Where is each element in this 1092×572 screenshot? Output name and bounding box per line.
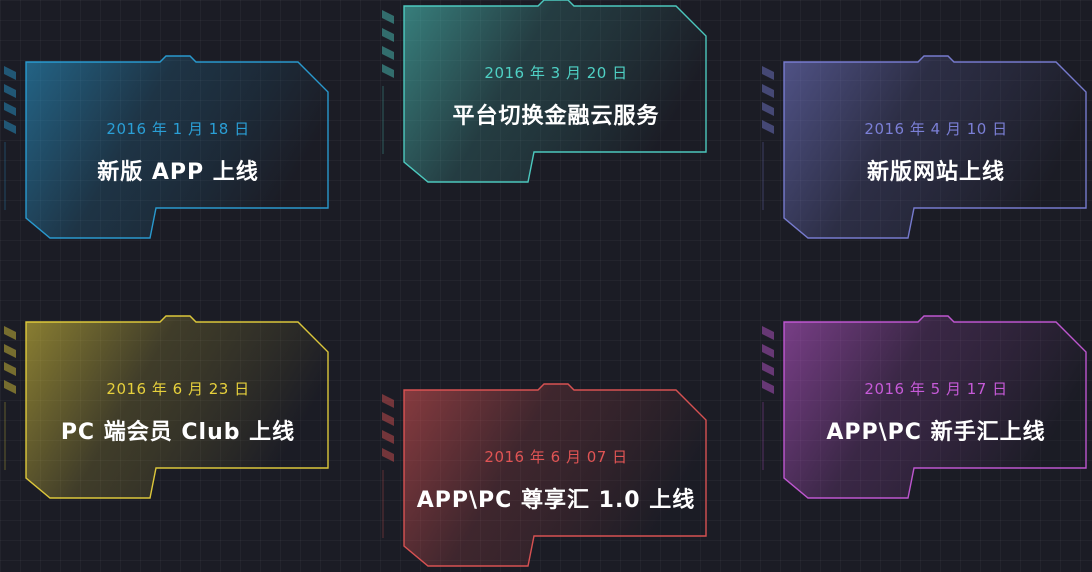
accent-stripe — [4, 120, 16, 134]
card-accent-stripes — [762, 66, 782, 216]
accent-stripe — [4, 380, 16, 394]
milestone-card-app-launch[interactable]: 2016 年 1 月 18 日 新版 APP 上线 — [25, 55, 330, 240]
accent-stripe — [4, 362, 16, 376]
card-accent-stripes — [4, 326, 24, 476]
accent-stripe — [762, 344, 774, 358]
accent-stripe — [382, 64, 394, 78]
milestone-date: 2016 年 6 月 07 日 — [484, 448, 628, 466]
accent-stripe — [382, 10, 394, 24]
accent-stripe — [762, 362, 774, 376]
accent-stripe — [382, 412, 394, 426]
card-accent-stripes — [382, 10, 402, 160]
milestone-title: 平台切换金融云服务 — [452, 104, 660, 129]
milestone-card-new-website[interactable]: 2016 年 4 月 10 日 新版网站上线 — [783, 55, 1088, 240]
milestone-date: 2016 年 5 月 17 日 — [864, 380, 1008, 398]
milestone-title: 新版 APP 上线 — [97, 160, 259, 185]
accent-stripe — [4, 344, 16, 358]
milestone-title: PC 端会员 Club 上线 — [60, 420, 296, 445]
milestone-card-member-club[interactable]: 2016 年 6 月 23 日 PC 端会员 Club 上线 — [25, 315, 330, 500]
milestone-title: APP\PC 尊享汇 1.0 上线 — [416, 488, 696, 513]
accent-stripe — [762, 102, 774, 116]
card-accent-stripes — [382, 394, 402, 544]
accent-stripe — [382, 394, 394, 408]
card-frame — [25, 315, 329, 499]
card-frame — [783, 55, 1087, 239]
accent-stripe — [382, 448, 394, 462]
card-frame — [403, 0, 707, 183]
milestone-title: 新版网站上线 — [866, 160, 1005, 185]
milestone-date: 2016 年 4 月 10 日 — [864, 120, 1008, 138]
card-frame — [25, 55, 329, 239]
accent-stripe — [4, 66, 16, 80]
card-accent-stripes — [4, 66, 24, 216]
milestone-date: 2016 年 1 月 18 日 — [106, 120, 250, 138]
milestone-card-finance-cloud[interactable]: 2016 年 3 月 20 日 平台切换金融云服务 — [403, 0, 708, 184]
milestone-card-newbie-club[interactable]: 2016 年 5 月 17 日 APP\PC 新手汇上线 — [783, 315, 1088, 500]
milestone-title: APP\PC 新手汇上线 — [826, 420, 1046, 445]
milestone-date: 2016 年 6 月 23 日 — [106, 380, 250, 398]
accent-stripe — [762, 380, 774, 394]
accent-stripe — [4, 84, 16, 98]
accent-stripe — [762, 326, 774, 340]
accent-stripe — [4, 326, 16, 340]
accent-stripe — [4, 102, 16, 116]
accent-stripe — [382, 28, 394, 42]
card-frame — [403, 383, 707, 567]
accent-stripe — [382, 430, 394, 444]
accent-stripe — [762, 66, 774, 80]
card-accent-stripes — [762, 326, 782, 476]
card-frame — [783, 315, 1087, 499]
milestone-card-vip-club[interactable]: 2016 年 6 月 07 日 APP\PC 尊享汇 1.0 上线 — [403, 383, 708, 568]
milestone-date: 2016 年 3 月 20 日 — [484, 64, 628, 82]
accent-stripe — [762, 84, 774, 98]
accent-stripe — [382, 46, 394, 60]
accent-stripe — [762, 120, 774, 134]
